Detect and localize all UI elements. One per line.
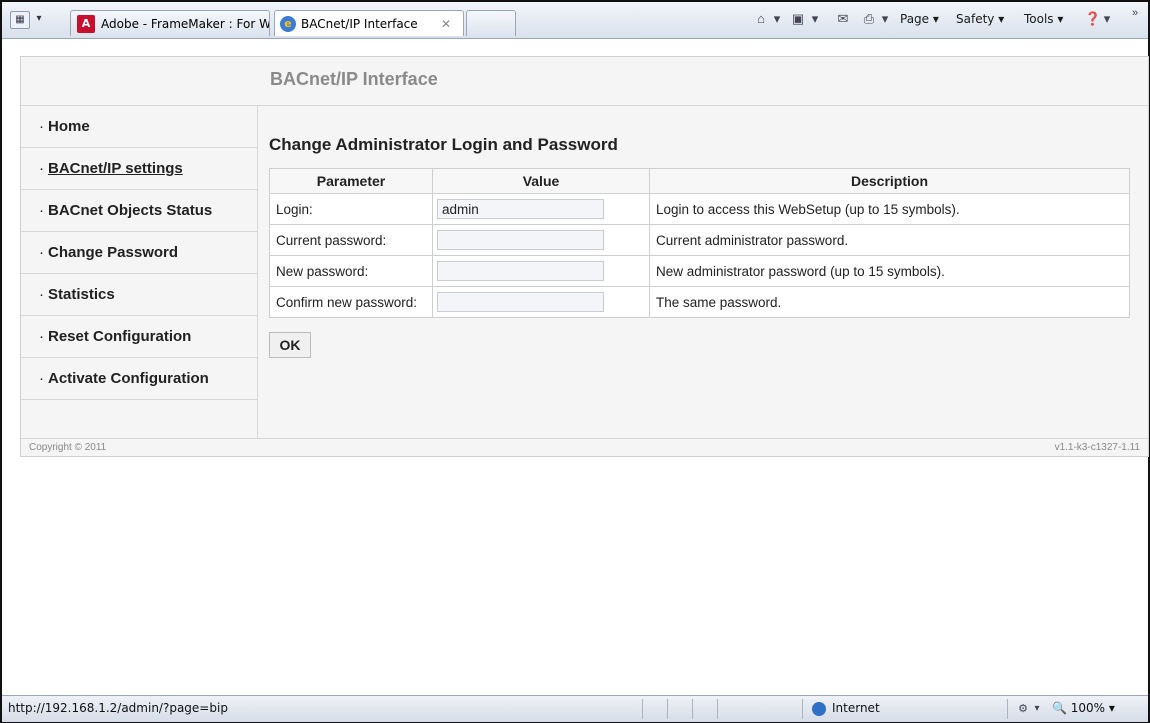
- print-dropdown-icon[interactable]: ▾: [880, 10, 890, 28]
- column-header: Value: [432, 168, 650, 194]
- nav-label: Statistics: [48, 286, 115, 303]
- param-label: New password:: [269, 255, 433, 287]
- page-header: BACnet/IP Interface: [21, 57, 1148, 106]
- zone-label: Internet: [832, 701, 880, 715]
- status-divider: [717, 699, 718, 719]
- sidebar-item-bacnet-objects-status[interactable]: · BACnet Objects Status: [21, 190, 257, 232]
- new-password-field[interactable]: [437, 261, 604, 281]
- column-header: Parameter: [269, 168, 433, 194]
- nav-label: Change Password: [48, 244, 179, 261]
- nav-label: Home: [48, 118, 90, 135]
- sidebar-item-home[interactable]: · Home: [21, 106, 257, 148]
- status-divider: [1007, 699, 1008, 719]
- section-heading: Change Administrator Login and Password: [269, 135, 618, 154]
- tab-list-dropdown-icon[interactable]: ▾: [33, 11, 45, 27]
- table-row: Confirm new password: The same password.: [269, 286, 1130, 318]
- status-divider: [667, 699, 668, 719]
- globe-icon: [812, 701, 826, 716]
- sidebar-item-change-password[interactable]: · Change Password: [21, 232, 257, 274]
- page-footer: Copyright © 2011 v1.1-k3-c1327-1.11: [21, 438, 1148, 456]
- sidebar-item-activate-configuration[interactable]: · Activate Configuration: [21, 358, 257, 400]
- sidebar-item-reset-configuration[interactable]: · Reset Configuration: [21, 316, 257, 358]
- param-label: Login:: [269, 193, 433, 225]
- feed-dropdown-icon: ▾: [811, 11, 819, 26]
- status-bar: http://192.168.1.2/admin/?page=bip Inter…: [2, 695, 1148, 722]
- param-description: Current administrator password.: [649, 224, 1130, 256]
- page-menu[interactable]: Page ▾: [900, 12, 939, 26]
- print-icon[interactable]: ⎙: [860, 10, 878, 28]
- close-tab-icon[interactable]: ✕: [441, 11, 451, 36]
- tab-label: BACnet/IP Interface: [301, 17, 418, 31]
- page-title: BACnet/IP Interface: [270, 69, 438, 89]
- status-url: http://192.168.1.2/admin/?page=bip: [8, 701, 228, 715]
- chevron-more-icon[interactable]: »: [1126, 4, 1144, 22]
- sidebar-item-statistics[interactable]: · Statistics: [21, 274, 257, 316]
- web-page: BACnet/IP Interface · Home · BACnet/IP set…: [20, 56, 1149, 457]
- mode-dropdown-icon[interactable]: ▾: [1032, 700, 1042, 718]
- table-row: New password: New administrator password…: [269, 255, 1130, 287]
- protected-mode-icon[interactable]: ⚙: [1014, 700, 1032, 718]
- new-tab-button[interactable]: [466, 10, 516, 36]
- zoom-level[interactable]: 🔍 100% ▾: [1052, 701, 1115, 715]
- security-zone[interactable]: Internet: [812, 701, 880, 716]
- param-description: Login to access this WebSetup (up to 15 …: [649, 193, 1130, 225]
- nav-label: Activate Configuration: [48, 370, 209, 387]
- home-dropdown-icon[interactable]: ▾: [772, 10, 782, 28]
- version-text: v1.1-k3-c1327-1.11: [1054, 442, 1140, 453]
- param-description: The same password.: [649, 286, 1130, 318]
- param-label: Current password:: [269, 224, 433, 256]
- current-password-field[interactable]: [437, 230, 604, 250]
- quick-tabs-icon[interactable]: ▦: [10, 11, 30, 29]
- copyright-text: Copyright © 2011: [29, 442, 107, 453]
- help-icon[interactable]: ❓: [1084, 10, 1102, 28]
- status-divider: [802, 699, 803, 719]
- nav-label: BACnet Objects Status: [48, 202, 213, 219]
- status-divider: [692, 699, 693, 719]
- home-icon[interactable]: ⌂: [752, 10, 770, 28]
- table-header-row: Parameter Value Description: [269, 168, 1130, 194]
- main-content: Change Administrator Login and Password …: [258, 106, 1148, 438]
- ok-button[interactable]: OK: [269, 332, 311, 358]
- rss-feed-icon[interactable]: ▣: [789, 10, 807, 28]
- mail-icon[interactable]: ✉: [834, 10, 852, 28]
- table-row: Login: Login to access this WebSetup (up…: [269, 193, 1130, 225]
- sidebar: · Home · BACnet/IP settings · BACnet Object…: [21, 106, 258, 438]
- safety-menu[interactable]: Safety ▾: [956, 12, 1004, 26]
- tab-framemaker[interactable]: A Adobe - FrameMaker : For W...: [70, 10, 270, 36]
- adobe-icon: A: [77, 15, 95, 33]
- table-row: Current password: Current administrator …: [269, 224, 1130, 256]
- status-divider: [642, 699, 643, 719]
- browser-window: ▦ ▾ A Adobe - FrameMaker : For W... e BA…: [0, 0, 1150, 723]
- confirm-password-field[interactable]: [437, 292, 604, 312]
- nav-label: Reset Configuration: [48, 328, 192, 345]
- param-description: New administrator password (up to 15 sym…: [649, 255, 1130, 287]
- sidebar-item-bacnet-ip-settings[interactable]: · BACnet/IP settings: [21, 148, 257, 190]
- browser-toolbar: ▦ ▾ A Adobe - FrameMaker : For W... e BA…: [2, 2, 1148, 39]
- ie-icon: e: [280, 16, 296, 32]
- zoom-value: 100%: [1070, 701, 1106, 715]
- param-label: Confirm new password:: [269, 286, 433, 318]
- column-header: Description: [649, 168, 1130, 194]
- tab-label: Adobe - FrameMaker : For W...: [101, 17, 270, 31]
- password-table: Parameter Value Description Login: Login…: [269, 168, 1130, 318]
- nav-label: BACnet/IP settings: [48, 160, 183, 177]
- tools-menu[interactable]: Tools ▾: [1024, 12, 1063, 26]
- login-field[interactable]: [437, 199, 604, 219]
- tab-bacnet[interactable]: e BACnet/IP Interface ✕: [274, 10, 464, 36]
- help-dropdown-icon[interactable]: ▾: [1102, 10, 1112, 28]
